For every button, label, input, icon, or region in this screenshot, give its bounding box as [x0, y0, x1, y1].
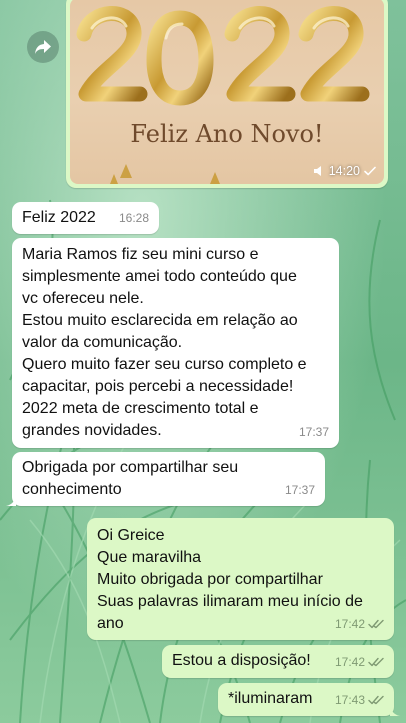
new-year-image[interactable]: Feliz Ano Novo! 14:20 [70, 0, 384, 184]
double-check-icon [368, 619, 384, 629]
message-meta: 17:37 [299, 421, 329, 443]
message-meta: 16:28 [119, 207, 149, 229]
bubble-tail [6, 494, 16, 506]
message-time: 17:37 [284, 483, 315, 497]
forward-button[interactable] [27, 31, 59, 63]
image-caption: Feliz Ano Novo! [130, 120, 324, 148]
message-meta: 17:37 [285, 479, 315, 501]
balloon-2022-art [76, 6, 370, 184]
message-time: 17:42 [334, 617, 365, 631]
double-check-icon [368, 657, 384, 667]
message-time: 17:43 [334, 693, 365, 707]
message-meta: 17:42 [335, 651, 384, 673]
forward-icon [35, 40, 51, 54]
outgoing-message[interactable]: Oi Greice Que maravilha Muito obrigada p… [87, 518, 394, 640]
image-message-meta: 14:20 [313, 164, 376, 178]
outgoing-message[interactable]: Estou a disposição! 17:42 [162, 645, 394, 678]
incoming-message[interactable]: Maria Ramos fiz seu mini curso e simples… [12, 238, 339, 448]
message-time: 17:37 [298, 425, 329, 439]
speaker-icon [313, 166, 321, 176]
incoming-message[interactable]: Obrigada por compartilhar seu conhecimen… [6, 452, 325, 506]
message-text: Obrigada por compartilhar seu conhecimen… [22, 459, 239, 498]
bubble-tail [390, 704, 400, 716]
single-check-icon [364, 166, 376, 176]
message-time: 16:28 [118, 211, 149, 225]
message-text: Maria Ramos fiz seu mini curso e simples… [22, 246, 307, 439]
outgoing-message[interactable]: *iluminaram 17:43 [218, 683, 400, 716]
double-check-icon [368, 695, 384, 705]
message-meta: 17:42 [335, 613, 384, 635]
image-message[interactable]: Feliz Ano Novo! 14:20 [66, 0, 388, 188]
incoming-message[interactable]: Feliz 2022 16:28 [12, 202, 159, 234]
message-time: 17:42 [334, 655, 365, 669]
message-time: 14:20 [328, 164, 360, 178]
message-meta: 17:43 [335, 689, 384, 711]
